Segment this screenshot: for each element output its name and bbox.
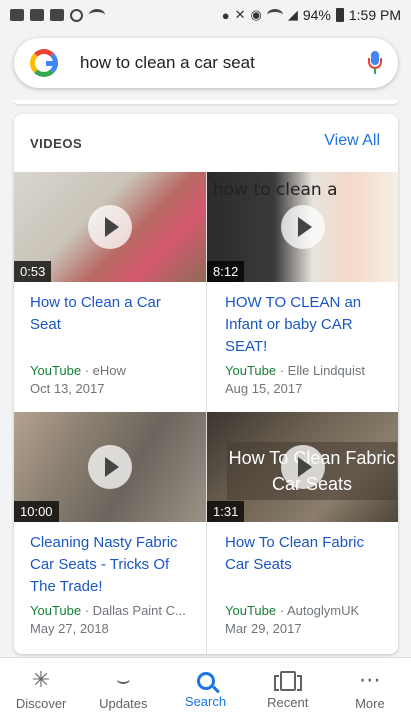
wifi-icon: [266, 9, 283, 21]
status-bar: ● ✕ ◉ ◢ 94% 1:59 PM: [0, 0, 411, 30]
video-date: May 27, 2018: [30, 621, 109, 636]
video-duration: 1:31: [207, 501, 245, 522]
gmail-notification-icon: [50, 9, 64, 21]
video-title-link[interactable]: Cleaning Nasty Fabric Car Seats - Tricks…: [30, 532, 195, 598]
video-channel: Dallas Paint C...: [92, 603, 186, 618]
nav-label: Discover: [15, 696, 67, 711]
video-duration: 0:53: [14, 261, 52, 282]
bottom-navigation: ✳ Discover ⌣ Updates Search Recent ⋯ Mor…: [0, 657, 411, 721]
vpn-icon: [89, 9, 105, 21]
asterisk-icon: ✳: [31, 667, 51, 692]
video-result[interactable]: 10:00 Cleaning Nasty Fabric Car Seats - …: [14, 412, 206, 654]
nav-label: More: [355, 696, 385, 711]
play-icon[interactable]: [88, 205, 132, 249]
nav-label: Search: [184, 694, 227, 709]
updates-icon: ⌣: [116, 667, 131, 692]
video-title-link[interactable]: How To Clean Fabric Car Seats: [225, 532, 390, 576]
signal-icon: ◢: [287, 7, 298, 22]
video-title-link[interactable]: HOW TO CLEAN an Infant or baby CAR SEAT!: [225, 292, 390, 358]
videos-heading: VIDEOS: [30, 136, 83, 151]
battery-percent: 94%: [302, 7, 331, 23]
video-source-site: YouTube: [30, 363, 82, 378]
video-duration: 10:00: [14, 501, 59, 522]
video-channel: AutoglymUK: [286, 603, 360, 618]
gmail-notification-icon: [10, 9, 24, 21]
clock: 1:59 PM: [348, 7, 401, 23]
video-date: Mar 29, 2017: [225, 621, 302, 636]
videos-card-header: VIDEOS View All: [14, 114, 398, 172]
recent-icon: [273, 671, 302, 691]
view-all-link[interactable]: View All: [324, 132, 380, 150]
video-thumbnail[interactable]: 10:00: [14, 412, 206, 522]
video-date: Aug 15, 2017: [225, 381, 303, 396]
nav-label: Recent: [267, 695, 309, 710]
video-thumbnail[interactable]: How To Clean Fabric Car Seats 1:31: [207, 412, 398, 522]
thumbnail-caption: how to clean a: [213, 180, 338, 200]
video-channel: eHow: [92, 363, 126, 378]
video-thumbnail[interactable]: how to clean a 8:12: [207, 172, 398, 282]
alarm-icon: [70, 8, 83, 22]
search-query-text[interactable]: how to clean a car seat: [80, 53, 368, 73]
video-duration: 8:12: [207, 261, 245, 282]
play-icon[interactable]: [88, 445, 132, 489]
video-source-site: YouTube: [30, 603, 82, 618]
battery-icon: [335, 8, 344, 22]
videos-card: VIDEOS View All 0:53 How to Clean a Car …: [14, 114, 398, 654]
video-source: YouTube · Dallas Paint C...: [30, 603, 186, 618]
play-icon[interactable]: [281, 205, 325, 249]
video-date: Oct 13, 2017: [30, 381, 105, 396]
video-thumbnail[interactable]: 0:53: [14, 172, 206, 282]
mute-icon: ✕: [234, 7, 246, 22]
nav-recent[interactable]: Recent: [247, 658, 329, 721]
nav-search[interactable]: Search: [164, 658, 246, 721]
previous-card-edge: [14, 100, 398, 104]
video-result[interactable]: 0:53 How to Clean a Car Seat YouTube · e…: [14, 172, 206, 412]
nav-discover[interactable]: ✳ Discover: [0, 658, 82, 721]
more-icon: ⋯: [358, 667, 381, 692]
video-source: YouTube · AutoglymUK: [225, 603, 360, 618]
google-logo-icon: [30, 49, 58, 77]
nav-more[interactable]: ⋯ More: [329, 658, 411, 721]
video-result[interactable]: How To Clean Fabric Car Seats 1:31 How T…: [206, 412, 398, 654]
video-source: YouTube · eHow: [30, 363, 126, 378]
video-title-link[interactable]: How to Clean a Car Seat: [30, 292, 195, 336]
gmail-notification-icon: [30, 9, 44, 21]
play-icon[interactable]: [281, 445, 325, 489]
alarm-clock-icon: ◉: [250, 7, 262, 22]
search-icon: [196, 672, 215, 690]
nav-label: Updates: [99, 696, 148, 711]
search-header: how to clean a car seat: [0, 30, 411, 100]
microphone-icon[interactable]: [368, 51, 382, 75]
location-icon: ●: [221, 7, 230, 23]
video-channel: Elle Lindquist: [287, 363, 365, 378]
video-source-site: YouTube: [225, 603, 277, 618]
nav-updates[interactable]: ⌣ Updates: [82, 658, 164, 721]
video-source: YouTube · Elle Lindquist: [225, 363, 365, 378]
video-result[interactable]: how to clean a 8:12 HOW TO CLEAN an Infa…: [206, 172, 398, 412]
video-source-site: YouTube: [225, 363, 277, 378]
search-bar[interactable]: how to clean a car seat: [14, 38, 398, 88]
